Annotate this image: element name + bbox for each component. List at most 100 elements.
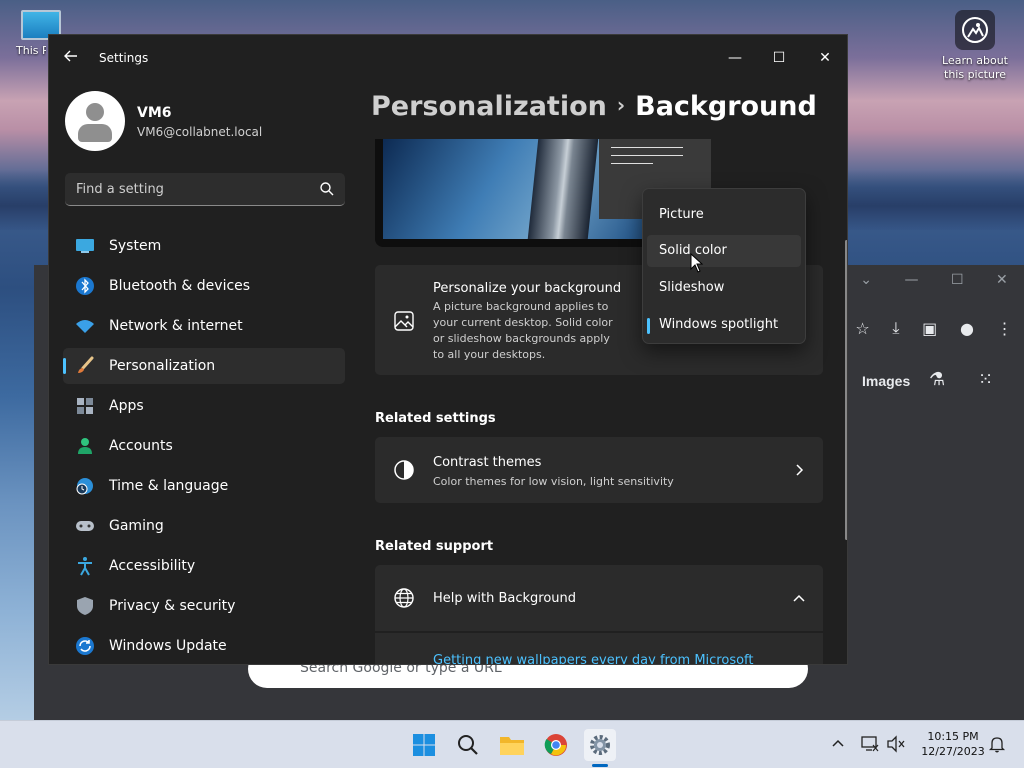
globe-icon [394,588,414,608]
sidebar-item-privacy[interactable]: Privacy & security [63,588,345,624]
option-solid-color[interactable]: Solid color [647,235,801,267]
background-type-dropdown[interactable]: Picture Solid color Slideshow Windows sp… [642,188,806,344]
contrast-themes-description: Color themes for low vision, light sensi… [433,475,674,488]
network-icon[interactable] [860,735,880,753]
personalize-title: Personalize your background [433,281,622,296]
minimize-button[interactable]: — [715,43,755,73]
breadcrumb-separator: › [616,93,626,117]
sidebar-item-label: Gaming [109,518,164,534]
profile-name: VM6 [137,105,172,121]
start-icon[interactable] [408,729,440,761]
scrollbar[interactable] [845,240,847,540]
contrast-icon [394,460,414,480]
option-windows-spotlight[interactable]: Windows spotlight [647,309,801,341]
globe-clock-icon [75,476,95,496]
learn-about-picture-label: Learn about this picture [942,54,1008,81]
sidebar-item-apps[interactable]: Apps [63,388,345,424]
file-explorer-icon[interactable] [496,729,528,761]
spotlight-icon [955,10,995,50]
clock-time: 10:15 PM [927,730,979,743]
chrome-titlebar: ⌄ — ☐ ✕ [844,265,1024,295]
find-setting-search[interactable] [65,173,345,206]
contrast-themes-title: Contrast themes [433,455,542,470]
preview-line [611,163,653,164]
close-button[interactable]: ✕ [805,43,845,73]
labs-flask-icon[interactable]: ⚗ [929,369,945,390]
sidebar-item-accessibility[interactable]: Accessibility [63,548,345,584]
option-picture[interactable]: Picture [647,199,801,231]
sidebar-item-system[interactable]: System [63,228,345,264]
search-icon[interactable] [319,181,335,197]
back-arrow-icon[interactable] [63,48,83,68]
update-icon [75,636,95,656]
breadcrumb-parent[interactable]: Personalization [371,91,607,122]
wifi-icon [75,316,95,336]
this-pc-label: This PC [16,44,46,57]
sidebar-item-label: Apps [109,398,144,414]
avatar[interactable] [65,91,125,151]
personalize-description: A picture background applies to your cur… [433,300,613,361]
settings-titlebar: Settings — ☐ ✕ [49,35,847,81]
sidebar-item-time-language[interactable]: Time & language [63,468,345,504]
learn-about-picture[interactable]: Learn about this picture [940,10,1010,82]
sidebar-item-network[interactable]: Network & internet [63,308,345,344]
close-icon[interactable]: ✕ [996,272,1008,288]
side-panel-icon[interactable]: ▣ [922,319,937,338]
sidebar-item-label: Windows Update [109,638,227,654]
sidebar-item-windows-update[interactable]: Windows Update [63,628,345,664]
chevron-up-icon[interactable] [830,735,846,751]
maximize-button[interactable]: ☐ [759,43,799,73]
images-link[interactable]: Images [862,373,910,389]
gamepad-icon [75,516,95,536]
search-icon[interactable] [452,729,484,761]
sidebar-item-accounts[interactable]: Accounts [63,428,345,464]
related-support-heading: Related support [375,539,494,554]
minimize-icon[interactable]: — [904,272,918,288]
breadcrumb: Personalization › Background [371,91,817,122]
help-title: Help with Background [433,591,577,606]
bluetooth-icon [75,276,95,296]
monitor-icon [75,236,95,256]
chrome-toolbar: ☆ ⤓ ▣ ● ⋮ [844,313,1024,343]
google-apps-icon[interactable]: ⁙ [978,369,993,390]
sidebar-item-label: Time & language [109,478,229,494]
maximize-icon[interactable]: ☐ [951,272,964,288]
chrome-icon[interactable] [540,729,572,761]
chevron-down-icon[interactable]: ⌄ [860,272,872,288]
star-icon[interactable]: ☆ [855,319,869,338]
profile-icon[interactable]: ● [960,319,974,338]
option-slideshow[interactable]: Slideshow [647,272,801,304]
app-title: Settings [99,51,149,65]
help-with-background-card[interactable]: Help with Background [375,565,823,631]
find-setting-input[interactable] [65,173,305,205]
download-icon[interactable]: ⤓ [892,318,899,338]
clock[interactable]: 10:15 PM 12/27/2023 [918,729,988,759]
page-title: Background [635,91,817,122]
picture-icon [394,311,414,331]
volume-muted-icon[interactable] [886,735,906,753]
person-icon [75,436,95,456]
sidebar-item-bluetooth[interactable]: Bluetooth & devices [63,268,345,304]
chevron-up-icon [793,594,805,602]
preview-pier [527,139,599,239]
shield-icon [75,596,95,616]
sidebar-item-label: Bluetooth & devices [109,278,251,294]
settings-icon[interactable] [584,729,616,761]
preview-line [611,147,683,148]
notification-bell-icon[interactable] [988,735,1006,753]
apps-icon [75,396,95,416]
contrast-themes-card[interactable]: Contrast themes Color themes for low vis… [375,437,823,503]
preview-line [611,155,683,156]
profile-email: VM6@collabnet.local [137,125,263,139]
sidebar-item-label: System [109,238,162,254]
sidebar-nav: System Bluetooth & devices Network & int… [63,228,345,664]
wallpapers-help-link[interactable]: Getting new wallpapers every day from Mi… [433,653,754,664]
chevron-right-icon [796,464,804,476]
sidebar-item-label: Accessibility [109,558,196,574]
sidebar-item-gaming[interactable]: Gaming [63,508,345,544]
sidebar-item-personalization[interactable]: Personalization [63,348,345,384]
more-icon[interactable]: ⋮ [997,319,1013,338]
mouse-cursor-icon [690,253,704,273]
avatar-head [86,103,104,121]
clock-date: 12/27/2023 [921,745,985,758]
